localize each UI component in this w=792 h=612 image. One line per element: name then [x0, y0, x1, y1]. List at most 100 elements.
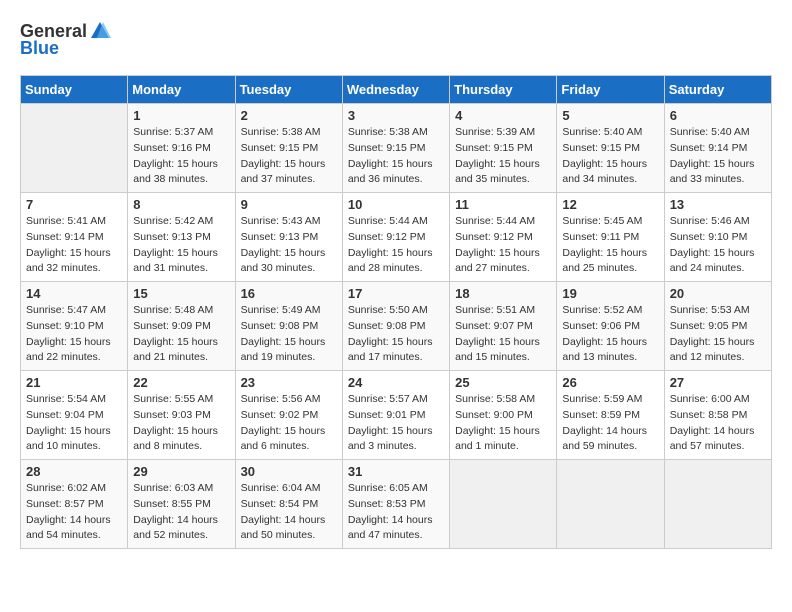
day-info: Sunrise: 6:00 AM Sunset: 8:58 PM Dayligh… [670, 392, 766, 455]
calendar-cell: 18Sunrise: 5:51 AM Sunset: 9:07 PM Dayli… [450, 282, 557, 371]
calendar-week-row: 1 Sunrise: 5:37 AM Sunset: 9:16 PM Daylig… [21, 104, 772, 193]
weekday-header-friday: Friday [557, 76, 664, 104]
day-info: Sunrise: 5:41 AM Sunset: 9:14 PM Dayligh… [26, 214, 122, 277]
calendar-cell: 7 Sunrise: 5:41 AM Sunset: 9:14 PM Daylig… [21, 193, 128, 282]
calendar-cell [21, 104, 128, 193]
day-info: Sunrise: 5:38 AM Sunset: 9:15 PM Dayligh… [241, 125, 337, 188]
day-number: 26 [562, 375, 658, 390]
day-info: Sunrise: 6:04 AM Sunset: 8:54 PM Dayligh… [241, 481, 337, 544]
calendar-cell: 8Sunrise: 5:42 AM Sunset: 9:13 PM Daylig… [128, 193, 235, 282]
day-number: 1 [133, 108, 229, 123]
weekday-header-tuesday: Tuesday [235, 76, 342, 104]
day-number: 25 [455, 375, 551, 390]
calendar-table: SundayMondayTuesdayWednesdayThursdayFrid… [20, 75, 772, 549]
calendar-cell [664, 460, 771, 549]
day-number: 16 [241, 286, 337, 301]
day-info: Sunrise: 5:38 AM Sunset: 9:15 PM Dayligh… [348, 125, 444, 188]
day-info: Sunrise: 5:49 AM Sunset: 9:08 PM Dayligh… [241, 303, 337, 366]
day-number: 12 [562, 197, 658, 212]
day-number: 17 [348, 286, 444, 301]
day-info: Sunrise: 5:55 AM Sunset: 9:03 PM Dayligh… [133, 392, 229, 455]
day-number: 22 [133, 375, 229, 390]
day-info: Sunrise: 5:39 AM Sunset: 9:15 PM Dayligh… [455, 125, 551, 188]
day-info: Sunrise: 5:43 AM Sunset: 9:13 PM Dayligh… [241, 214, 337, 277]
calendar-cell: 26 Sunrise: 5:59 AM Sunset: 8:59 PM Dayli… [557, 371, 664, 460]
day-number: 13 [670, 197, 766, 212]
calendar-cell: 9 Sunrise: 5:43 AM Sunset: 9:13 PM Daylig… [235, 193, 342, 282]
calendar-cell: 19 Sunrise: 5:52 AM Sunset: 9:06 PM Dayli… [557, 282, 664, 371]
calendar-cell: 20 Sunrise: 5:53 AM Sunset: 9:05 PM Dayli… [664, 282, 771, 371]
day-info: Sunrise: 6:03 AM Sunset: 8:55 PM Dayligh… [133, 481, 229, 544]
weekday-header-saturday: Saturday [664, 76, 771, 104]
logo-text-blue: Blue [20, 38, 59, 59]
day-info: Sunrise: 5:54 AM Sunset: 9:04 PM Dayligh… [26, 392, 122, 455]
day-info: Sunrise: 5:56 AM Sunset: 9:02 PM Dayligh… [241, 392, 337, 455]
day-number: 9 [241, 197, 337, 212]
day-number: 19 [562, 286, 658, 301]
calendar-cell: 30 Sunrise: 6:04 AM Sunset: 8:54 PM Dayli… [235, 460, 342, 549]
calendar-cell: 10 Sunrise: 5:44 AM Sunset: 9:12 PM Dayli… [342, 193, 449, 282]
weekday-header-row: SundayMondayTuesdayWednesdayThursdayFrid… [21, 76, 772, 104]
day-info: Sunrise: 5:48 AM Sunset: 9:09 PM Dayligh… [133, 303, 229, 366]
calendar-cell: 21 Sunrise: 5:54 AM Sunset: 9:04 PM Dayli… [21, 371, 128, 460]
day-number: 7 [26, 197, 122, 212]
calendar-cell [450, 460, 557, 549]
day-info: Sunrise: 5:52 AM Sunset: 9:06 PM Dayligh… [562, 303, 658, 366]
day-number: 27 [670, 375, 766, 390]
day-info: Sunrise: 5:45 AM Sunset: 9:11 PM Dayligh… [562, 214, 658, 277]
day-number: 15 [133, 286, 229, 301]
calendar-cell: 6Sunrise: 5:40 AM Sunset: 9:14 PM Daylig… [664, 104, 771, 193]
page-header: General Blue [20, 20, 772, 59]
calendar-cell: 16 Sunrise: 5:49 AM Sunset: 9:08 PM Dayli… [235, 282, 342, 371]
calendar-cell: 12 Sunrise: 5:45 AM Sunset: 9:11 PM Dayli… [557, 193, 664, 282]
calendar-cell: 25Sunrise: 5:58 AM Sunset: 9:00 PM Dayli… [450, 371, 557, 460]
day-number: 31 [348, 464, 444, 479]
day-info: Sunrise: 6:02 AM Sunset: 8:57 PM Dayligh… [26, 481, 122, 544]
calendar-cell: 14Sunrise: 5:47 AM Sunset: 9:10 PM Dayli… [21, 282, 128, 371]
day-info: Sunrise: 5:57 AM Sunset: 9:01 PM Dayligh… [348, 392, 444, 455]
logo: General Blue [20, 20, 111, 59]
day-number: 10 [348, 197, 444, 212]
weekday-header-sunday: Sunday [21, 76, 128, 104]
weekday-header-thursday: Thursday [450, 76, 557, 104]
calendar-cell: 13Sunrise: 5:46 AM Sunset: 9:10 PM Dayli… [664, 193, 771, 282]
calendar-cell: 15 Sunrise: 5:48 AM Sunset: 9:09 PM Dayli… [128, 282, 235, 371]
day-number: 21 [26, 375, 122, 390]
day-number: 2 [241, 108, 337, 123]
day-number: 3 [348, 108, 444, 123]
calendar-cell: 5Sunrise: 5:40 AM Sunset: 9:15 PM Daylig… [557, 104, 664, 193]
day-info: Sunrise: 6:05 AM Sunset: 8:53 PM Dayligh… [348, 481, 444, 544]
calendar-cell: 4Sunrise: 5:39 AM Sunset: 9:15 PM Daylig… [450, 104, 557, 193]
logo-icon [89, 20, 111, 42]
day-number: 6 [670, 108, 766, 123]
calendar-cell: 3 Sunrise: 5:38 AM Sunset: 9:15 PM Daylig… [342, 104, 449, 193]
day-info: Sunrise: 5:47 AM Sunset: 9:10 PM Dayligh… [26, 303, 122, 366]
calendar-week-row: 21 Sunrise: 5:54 AM Sunset: 9:04 PM Dayli… [21, 371, 772, 460]
day-info: Sunrise: 5:59 AM Sunset: 8:59 PM Dayligh… [562, 392, 658, 455]
day-info: Sunrise: 5:50 AM Sunset: 9:08 PM Dayligh… [348, 303, 444, 366]
calendar-week-row: 14Sunrise: 5:47 AM Sunset: 9:10 PM Dayli… [21, 282, 772, 371]
day-number: 29 [133, 464, 229, 479]
day-info: Sunrise: 5:37 AM Sunset: 9:16 PM Dayligh… [133, 125, 229, 188]
day-number: 18 [455, 286, 551, 301]
day-number: 20 [670, 286, 766, 301]
weekday-header-monday: Monday [128, 76, 235, 104]
calendar-week-row: 28Sunrise: 6:02 AM Sunset: 8:57 PM Dayli… [21, 460, 772, 549]
calendar-week-row: 7 Sunrise: 5:41 AM Sunset: 9:14 PM Daylig… [21, 193, 772, 282]
calendar-cell: 2 Sunrise: 5:38 AM Sunset: 9:15 PM Daylig… [235, 104, 342, 193]
calendar-cell: 17 Sunrise: 5:50 AM Sunset: 9:08 PM Dayli… [342, 282, 449, 371]
calendar-cell: 11 Sunrise: 5:44 AM Sunset: 9:12 PM Dayli… [450, 193, 557, 282]
day-number: 30 [241, 464, 337, 479]
day-number: 23 [241, 375, 337, 390]
day-info: Sunrise: 5:53 AM Sunset: 9:05 PM Dayligh… [670, 303, 766, 366]
day-number: 11 [455, 197, 551, 212]
day-info: Sunrise: 5:40 AM Sunset: 9:15 PM Dayligh… [562, 125, 658, 188]
calendar-cell: 23 Sunrise: 5:56 AM Sunset: 9:02 PM Dayli… [235, 371, 342, 460]
calendar-cell [557, 460, 664, 549]
day-info: Sunrise: 5:44 AM Sunset: 9:12 PM Dayligh… [348, 214, 444, 277]
day-number: 24 [348, 375, 444, 390]
day-info: Sunrise: 5:44 AM Sunset: 9:12 PM Dayligh… [455, 214, 551, 277]
day-number: 8 [133, 197, 229, 212]
calendar-cell: 27 Sunrise: 6:00 AM Sunset: 8:58 PM Dayli… [664, 371, 771, 460]
calendar-cell: 31 Sunrise: 6:05 AM Sunset: 8:53 PM Dayli… [342, 460, 449, 549]
